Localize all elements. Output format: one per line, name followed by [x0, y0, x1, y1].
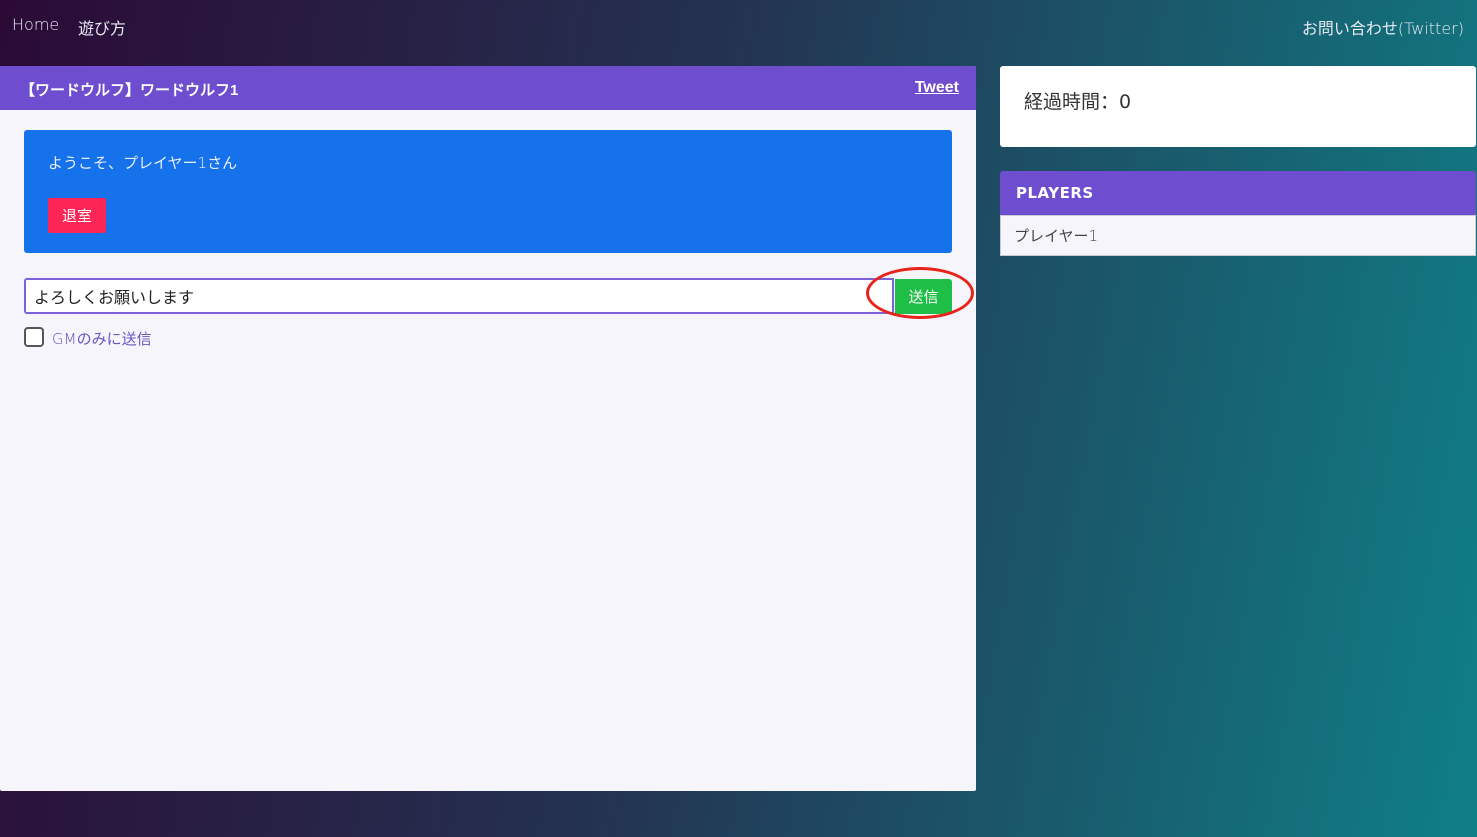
welcome-box: ようこそ、プレイヤー1さん 退室: [24, 130, 952, 253]
leave-room-button[interactable]: 退室: [48, 198, 106, 233]
nav-how-to-play-link[interactable]: 遊び方: [78, 15, 126, 39]
nav-contact-link[interactable]: お問い合わせ(Twitter): [1302, 15, 1464, 39]
nav-home-link[interactable]: Home: [12, 15, 59, 34]
elapsed-time-text: 経過時間：0: [1024, 91, 1132, 113]
players-panel: PLAYERS プレイヤー1: [1000, 171, 1476, 256]
room-panel: 【ワードウルフ】ワードウルフ1 Tweet ようこそ、プレイヤー1さん 退室 送…: [0, 66, 976, 791]
room-header: 【ワードウルフ】ワードウルフ1 Tweet: [0, 66, 976, 110]
players-title: PLAYERS: [1016, 184, 1094, 202]
tweet-link[interactable]: Tweet: [915, 79, 959, 97]
gm-only-label[interactable]: GMのみに送信: [52, 328, 152, 349]
gm-only-checkbox[interactable]: [24, 327, 44, 347]
top-navbar: Home 遊び方 お問い合わせ(Twitter): [0, 0, 1477, 50]
elapsed-time-panel: 経過時間：0: [1000, 66, 1476, 147]
player-list-item: プレイヤー1: [1014, 227, 1099, 245]
players-header: PLAYERS: [1000, 171, 1476, 215]
welcome-message: ようこそ、プレイヤー1さん: [48, 154, 238, 172]
send-button[interactable]: 送信: [895, 279, 952, 314]
players-list: プレイヤー1: [1000, 215, 1476, 256]
room-title: 【ワードウルフ】ワードウルフ1: [20, 82, 239, 99]
chat-message-input[interactable]: [24, 278, 894, 314]
